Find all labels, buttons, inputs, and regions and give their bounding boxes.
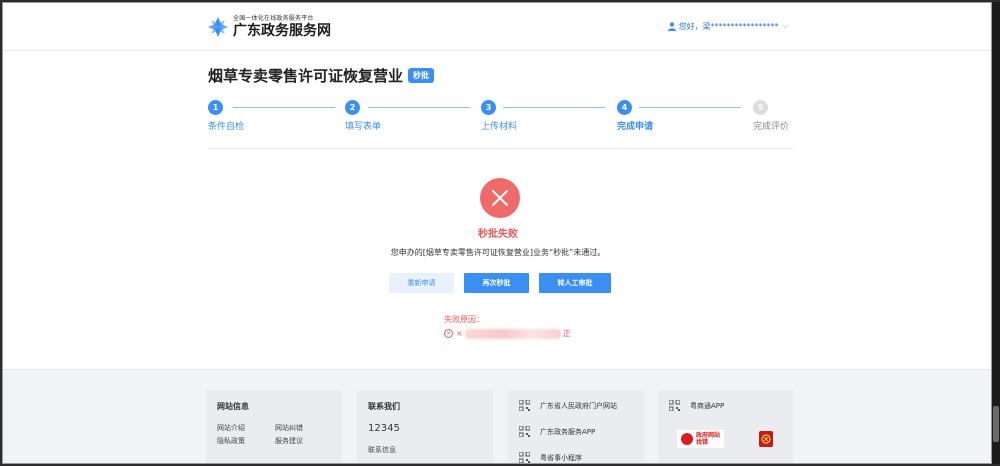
- step-number: 1: [208, 100, 223, 115]
- qr-code-icon: [519, 426, 530, 437]
- user-greeting: 您好，梁*****************: [678, 22, 779, 31]
- manual-review-button[interactable]: 转人工审批: [539, 273, 611, 293]
- redacted-reason: [464, 328, 561, 339]
- footer-app-item[interactable]: 粤商通APP: [669, 400, 724, 411]
- step-2: 2 填写表单: [345, 100, 381, 132]
- footer-app-item[interactable]: 粤省事小程序: [519, 452, 582, 463]
- user-icon: [667, 22, 676, 31]
- failure-reason: × × 正: [444, 328, 571, 339]
- step-label: 完成申请: [617, 122, 654, 132]
- platform-subtitle: 全国一体化在线政务服务平台: [233, 15, 314, 22]
- footer-link[interactable]: 隐私政策: [217, 436, 245, 446]
- browser-viewport: 全国一体化在线政务服务平台 广东政务服务网 您好，梁**************…: [2, 2, 992, 464]
- footer-app-label: 粤商通APP: [690, 401, 725, 410]
- step-number: 3: [481, 100, 496, 115]
- step-connector: [233, 107, 335, 108]
- step-connector: [503, 107, 605, 108]
- qr-code-icon: [519, 452, 530, 463]
- step-number: 2: [345, 100, 360, 115]
- footer-link[interactable]: 联系信息: [368, 445, 396, 455]
- step-connector: [639, 107, 741, 108]
- result-message: 您申办的[烟草专卖零售许可证恢复营业]业务“秒批”未通过。: [390, 248, 606, 257]
- platform-name: 广东政务服务网: [233, 23, 331, 39]
- site-header: 全国一体化在线政务服务平台 广东政务服务网 您好，梁**************…: [3, 3, 991, 51]
- result-title: 秒批失败: [478, 229, 518, 240]
- close-icon: [492, 190, 508, 206]
- reapply-button[interactable]: 重新申请: [389, 273, 454, 293]
- site-logo[interactable]: 全国一体化在线政务服务平台 广东政务服务网: [207, 15, 331, 39]
- step-5: 5 完成评价: [753, 100, 789, 132]
- footer-app-label: 广东省人民政府门户网站: [540, 401, 617, 410]
- reason-prefix: ×: [456, 329, 463, 338]
- step-label: 填写表单: [345, 122, 382, 132]
- failure-reason-label: 失败原因：: [444, 315, 484, 324]
- page-title-row: 烟草专卖零售许可证恢复营业 秒批: [208, 65, 435, 86]
- party-emblem-icon[interactable]: [759, 431, 773, 447]
- step-1: 1 条件自检: [208, 100, 244, 132]
- vertical-scrollbar[interactable]: [992, 2, 1000, 464]
- footer-apps: 广东省人民政府门户网站 广东政务服务APP 粤省事小程序: [508, 390, 644, 463]
- progress-steps: 1 条件自检 2 填写表单 3 上传材料 4 完成申请 5 完成评价: [208, 100, 793, 136]
- step-label: 完成评价: [753, 122, 790, 132]
- qr-code-icon: [669, 400, 680, 411]
- step-connector: [368, 107, 470, 108]
- divider: [208, 148, 793, 149]
- failure-icon: [480, 178, 520, 218]
- site-footer: 网站信息 网站介绍 网站纠错 隐私政策 服务建议 联系我们 12345 联系信息…: [3, 369, 991, 463]
- footer-contact: 联系我们 12345 联系信息: [357, 390, 493, 463]
- hotline-number: 12345: [368, 423, 400, 434]
- qr-code-icon: [519, 400, 530, 411]
- retry-instant-approval-button[interactable]: 再次秒批: [464, 273, 529, 293]
- footer-link[interactable]: 服务建议: [275, 436, 303, 446]
- gov-site-sublabel: 找错: [696, 439, 709, 446]
- footer-app-item[interactable]: 广东省人民政府门户网站: [519, 400, 617, 411]
- step-number: 5: [753, 100, 768, 115]
- scrollbar-thumb[interactable]: [993, 406, 999, 442]
- page-title: 烟草专卖零售许可证恢复营业: [208, 67, 404, 85]
- step-4: 4 完成申请: [617, 100, 653, 132]
- footer-link[interactable]: 网站纠错: [275, 423, 303, 433]
- footer-heading: 联系我们: [368, 402, 400, 411]
- step-label: 上传材料: [481, 122, 518, 132]
- error-circle-icon: ×: [444, 329, 453, 338]
- step-3: 3 上传材料: [481, 100, 517, 132]
- reason-suffix: 正: [562, 329, 571, 338]
- instant-approval-badge: 秒批: [408, 68, 435, 83]
- footer-link[interactable]: 网站介绍: [217, 423, 245, 433]
- footer-app-label: 粤省事小程序: [540, 453, 582, 462]
- footer-app-label: 广东政务服务APP: [540, 427, 596, 436]
- step-number: 4: [617, 100, 632, 115]
- footer-heading: 网站信息: [217, 402, 249, 411]
- logo-icon: [208, 17, 228, 37]
- chevron-down-icon: ⌵: [782, 22, 788, 30]
- step-label: 条件自检: [208, 122, 245, 132]
- footer-yueshangtong: 粤商通APP 政府网站 找错: [658, 390, 793, 463]
- footer-app-item[interactable]: 广东政务服务APP: [519, 426, 595, 437]
- user-menu[interactable]: 您好，梁***************** ⌵: [667, 21, 788, 32]
- gov-site-icon: [681, 433, 693, 445]
- gov-site-error-report-logo[interactable]: 政府网站 找错: [677, 430, 725, 448]
- footer-site-info: 网站信息 网站介绍 网站纠错 隐私政策 服务建议: [206, 390, 342, 463]
- gov-site-label: 政府网站: [696, 432, 721, 439]
